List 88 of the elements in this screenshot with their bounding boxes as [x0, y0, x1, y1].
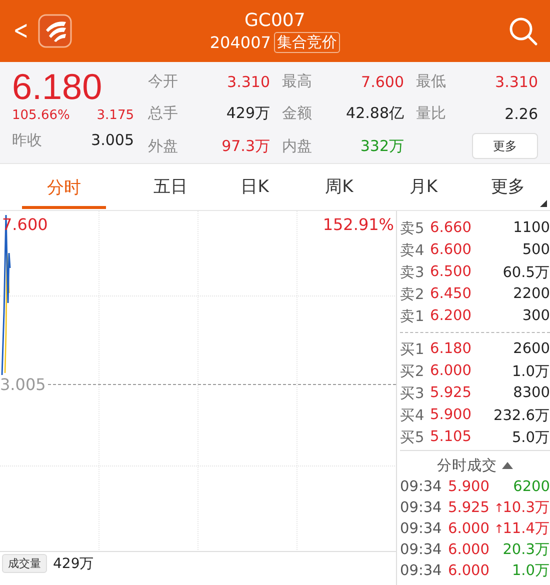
trade-volume: 1.0万 — [510, 562, 550, 580]
trade-price: 6.000 — [448, 542, 491, 558]
order-volume: 60.5万 — [502, 264, 550, 282]
trade-time: 09:34 — [400, 562, 443, 578]
stat-label: 量比 — [416, 104, 446, 124]
order-price: 6.600 — [430, 242, 473, 258]
order-volume: 500 — [521, 242, 550, 258]
more-button[interactable]: 更多 — [472, 133, 538, 160]
order-volume: 8300 — [512, 385, 550, 401]
stat-value: 3.310 — [495, 72, 538, 90]
order-volume: 2600 — [512, 341, 550, 357]
stat-value: 429万 — [226, 104, 270, 124]
triangle-up-icon[interactable] — [502, 462, 513, 468]
stat-label: 总手 — [148, 104, 178, 124]
trade-time: 09:34 — [400, 520, 443, 536]
trade-arrow: ↑ — [494, 522, 502, 536]
corner-triangle-icon — [540, 200, 547, 207]
stock-code: 204007 — [210, 32, 271, 52]
trade-arrow: ↑ — [494, 500, 502, 514]
order-level-label: 买1 — [400, 340, 426, 358]
change-percent: 105.66% — [12, 108, 70, 124]
order-volume: 232.6万 — [492, 406, 550, 424]
auction-tag: 集合竞价 — [274, 32, 340, 52]
order-price: 5.900 — [430, 407, 473, 423]
search-icon[interactable] — [508, 16, 538, 46]
stat-label: 外盘 — [148, 136, 178, 156]
trade-volume: 6200 — [512, 478, 550, 494]
order-price: 5.925 — [430, 385, 473, 401]
order-price: 6.500 — [430, 264, 473, 280]
trade-volume: 20.3万 — [502, 541, 550, 559]
chart-tab[interactable]: 五日 — [128, 165, 213, 209]
order-price: 6.450 — [430, 286, 473, 302]
order-volume: 2200 — [512, 286, 550, 302]
trade-time: 09:34 — [400, 500, 443, 516]
stat-label: 最高 — [282, 72, 312, 91]
trade-price: 5.925 — [448, 500, 491, 516]
trade-volume: 10.3万 — [502, 499, 550, 517]
base-price-label: 3.005 — [0, 375, 46, 394]
stat-value: 3.310 — [227, 72, 270, 90]
order-price: 6.200 — [430, 308, 473, 324]
change-amount: 3.175 — [96, 108, 134, 124]
stat-label: 内盘 — [282, 136, 312, 156]
chart-tab[interactable]: 周K — [296, 165, 382, 209]
trade-time: 09:34 — [400, 542, 443, 558]
order-price: 6.180 — [430, 341, 473, 357]
stat-value: 332万 — [360, 136, 404, 156]
order-volume: 5.0万 — [510, 428, 550, 446]
order-level-label: 买2 — [400, 362, 426, 380]
chart-tab[interactable]: 日K — [212, 165, 297, 209]
current-price: 6.180 — [12, 66, 104, 108]
stat-value: 97.3万 — [222, 136, 270, 156]
trades-title: 分时成交 — [437, 456, 497, 474]
order-level-label: 卖3 — [400, 264, 426, 282]
stat-value: 3.005 — [91, 130, 134, 151]
chart-tab[interactable]: 分时 — [22, 165, 106, 209]
order-level-label: 买3 — [400, 384, 426, 402]
chart-tab[interactable]: 月K — [381, 165, 466, 209]
stat-label: 金额 — [282, 104, 312, 124]
order-level-label: 卖2 — [400, 286, 426, 304]
app-logo-icon — [38, 14, 72, 48]
stat-value: 42.88亿 — [346, 104, 404, 124]
trade-price: 6.000 — [448, 562, 491, 578]
order-level-label: 卖4 — [400, 242, 426, 260]
trade-time: 09:34 — [400, 478, 443, 494]
order-price: 6.660 — [430, 220, 473, 236]
order-volume: 1100 — [512, 220, 550, 236]
stat-label: 最低 — [416, 72, 446, 91]
order-level-label: 卖5 — [400, 220, 426, 238]
order-price: 5.105 — [430, 429, 473, 445]
order-volume: 1.0万 — [510, 362, 550, 380]
stat-label: 昨收 — [12, 130, 42, 151]
trade-volume: 11.4万 — [502, 520, 550, 538]
back-button[interactable]: < — [13, 16, 29, 46]
order-level-label: 买4 — [400, 406, 426, 424]
order-level-label: 卖1 — [400, 308, 426, 326]
stat-value: 7.600 — [361, 72, 404, 90]
order-price: 6.000 — [430, 363, 473, 379]
stat-label: 今开 — [148, 72, 178, 91]
trade-price: 5.900 — [448, 478, 491, 494]
high-percent-label: 152.91% — [322, 215, 394, 234]
volume-value: 429万 — [53, 554, 94, 572]
order-level-label: 买5 — [400, 428, 426, 446]
order-volume: 300 — [521, 308, 550, 324]
volume-button[interactable]: 成交量 — [2, 554, 47, 573]
chart-tab[interactable]: 更多 — [466, 165, 550, 209]
stat-value: 2.26 — [504, 104, 538, 123]
trade-price: 6.000 — [448, 520, 491, 536]
stock-title: GC007 — [244, 10, 306, 32]
